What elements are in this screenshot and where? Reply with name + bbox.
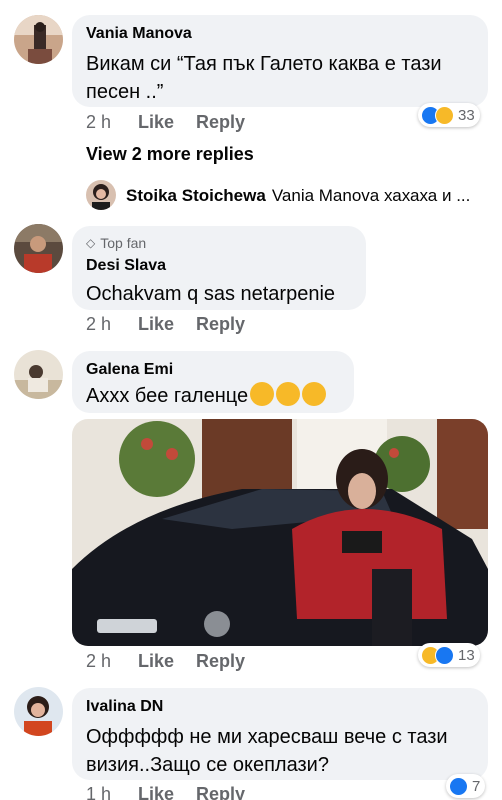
avatar-stoika-stoichewa[interactable] bbox=[86, 180, 116, 210]
like-reaction-icon bbox=[435, 645, 454, 665]
avatar-desi-slava[interactable] bbox=[14, 224, 63, 273]
reaction-summary[interactable]: 7 bbox=[446, 774, 486, 798]
comment-time[interactable]: 2 h bbox=[86, 651, 138, 672]
comment-actions: 1 h Like Reply bbox=[86, 784, 245, 800]
like-button[interactable]: Like bbox=[138, 651, 196, 672]
comment-author[interactable]: Galena Emi bbox=[86, 359, 340, 380]
reaction-summary[interactable]: 13 bbox=[418, 643, 480, 667]
reaction-count: 13 bbox=[458, 646, 475, 664]
reaction-count: 7 bbox=[472, 777, 481, 795]
reply-button[interactable]: Reply bbox=[196, 784, 245, 800]
comment-actions: 2 h Like Reply bbox=[86, 314, 245, 335]
comment-actions: 2 h Like Reply bbox=[86, 112, 245, 133]
like-button[interactable]: Like bbox=[138, 112, 196, 133]
comment-time[interactable]: 2 h bbox=[86, 314, 138, 335]
comment-text: визия..Защо се океплази? bbox=[86, 754, 329, 776]
comment-bubble: Ivalina DN Оффффф не ми харесваш вече с … bbox=[72, 688, 488, 780]
like-reaction-icon bbox=[449, 776, 468, 796]
reply-text: Vania Manova хахаха и ... bbox=[271, 186, 471, 205]
comment-time[interactable]: 2 h bbox=[86, 112, 138, 133]
top-fan-badge: ◇ Top fan bbox=[86, 234, 352, 252]
comment-bubble: Vania Manova Викам си “Тая пък Галето ка… bbox=[72, 15, 488, 107]
reply-preview[interactable]: Stoika Stoichewa Vania Manova хахаха и .… bbox=[126, 186, 470, 206]
view-more-replies-link[interactable]: View 2 more replies bbox=[86, 144, 254, 165]
avatar-ivalina-dn[interactable] bbox=[14, 687, 63, 736]
laughing-emoji-icon bbox=[276, 382, 301, 406]
comment-text: Оффффф не ми харесваш вече с тази bbox=[86, 726, 448, 748]
comment-author[interactable]: Desi Slava bbox=[86, 255, 352, 276]
comment-bubble: Galena Emi Аххх бее галенце bbox=[72, 351, 354, 413]
like-button[interactable]: Like bbox=[138, 314, 196, 335]
comment-text-content: Аххх бее галенце bbox=[86, 385, 249, 407]
comment-author[interactable]: Vania Manova bbox=[86, 23, 474, 44]
diamond-icon: ◇ bbox=[86, 236, 96, 250]
comment-photo[interactable] bbox=[72, 419, 488, 646]
reply-author[interactable]: Stoika Stoichewa bbox=[126, 186, 266, 206]
comment-text: Ochakvam q sas netarpenie bbox=[86, 283, 336, 305]
reply-button[interactable]: Reply bbox=[196, 651, 245, 672]
comment-bubble: ◇ Top fan Desi Slava Ochakvam q sas neta… bbox=[72, 226, 366, 310]
comment-actions: 2 h Like Reply bbox=[86, 651, 245, 672]
haha-reaction-icon bbox=[435, 105, 454, 125]
comment-text: песен ..” bbox=[86, 81, 164, 103]
like-button[interactable]: Like bbox=[138, 784, 196, 800]
reply-button[interactable]: Reply bbox=[196, 112, 245, 133]
comment-text: Викам си “Тая пък Галето каква е тази bbox=[86, 53, 442, 75]
laughing-emoji-icon bbox=[250, 382, 275, 406]
comment-text: Аххх бее галенце bbox=[86, 382, 340, 410]
laughing-emoji-icon bbox=[302, 382, 327, 406]
reply-button[interactable]: Reply bbox=[196, 314, 245, 335]
avatar-vania-manova[interactable] bbox=[14, 15, 63, 64]
badge-label: Top fan bbox=[100, 235, 147, 251]
comment-author[interactable]: Ivalina DN bbox=[86, 696, 474, 717]
reaction-count: 33 bbox=[458, 106, 475, 124]
reaction-summary[interactable]: 33 bbox=[418, 103, 480, 127]
avatar-galena-emi[interactable] bbox=[14, 350, 63, 399]
comment-time[interactable]: 1 h bbox=[86, 784, 138, 800]
